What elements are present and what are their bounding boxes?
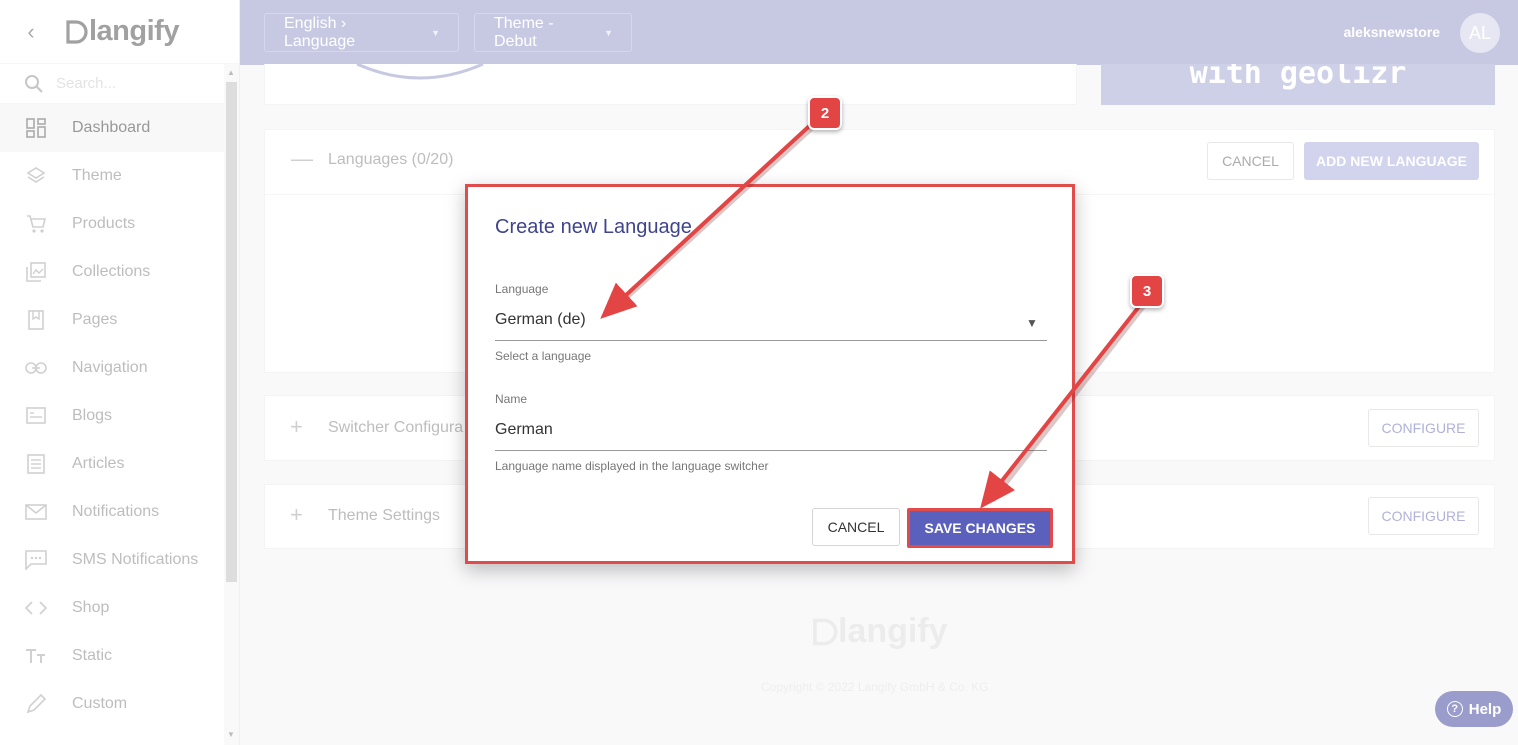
dialog-body: Create new Language Language German (de)… xyxy=(471,190,1069,558)
step3-badge: 3 xyxy=(1130,274,1164,308)
language-select[interactable]: German (de) xyxy=(495,311,586,329)
dropdown-caret-icon[interactable]: ▼ xyxy=(1026,316,1038,330)
language-field-hint: Select a language xyxy=(495,349,592,363)
step2-badge: 2 xyxy=(808,96,842,130)
question-icon: ? xyxy=(1446,701,1463,717)
help-label: Help xyxy=(1468,700,1502,718)
name-field-label: Name xyxy=(495,392,528,406)
dialog-cancel-button[interactable]: CANCEL xyxy=(812,508,900,546)
create-language-dialog: Create new Language Language German (de)… xyxy=(465,184,1075,564)
name-field-hint: Language name displayed in the language … xyxy=(495,459,769,473)
save-changes-button[interactable]: SAVE CHANGES xyxy=(907,508,1053,548)
dialog-title: Create new Language xyxy=(495,216,692,238)
language-field-underline xyxy=(495,340,1047,341)
name-input[interactable]: German xyxy=(495,421,553,439)
help-button[interactable]: ? Help xyxy=(1435,691,1513,727)
language-field-label: Language xyxy=(495,282,549,296)
name-field-underline xyxy=(495,450,1047,451)
